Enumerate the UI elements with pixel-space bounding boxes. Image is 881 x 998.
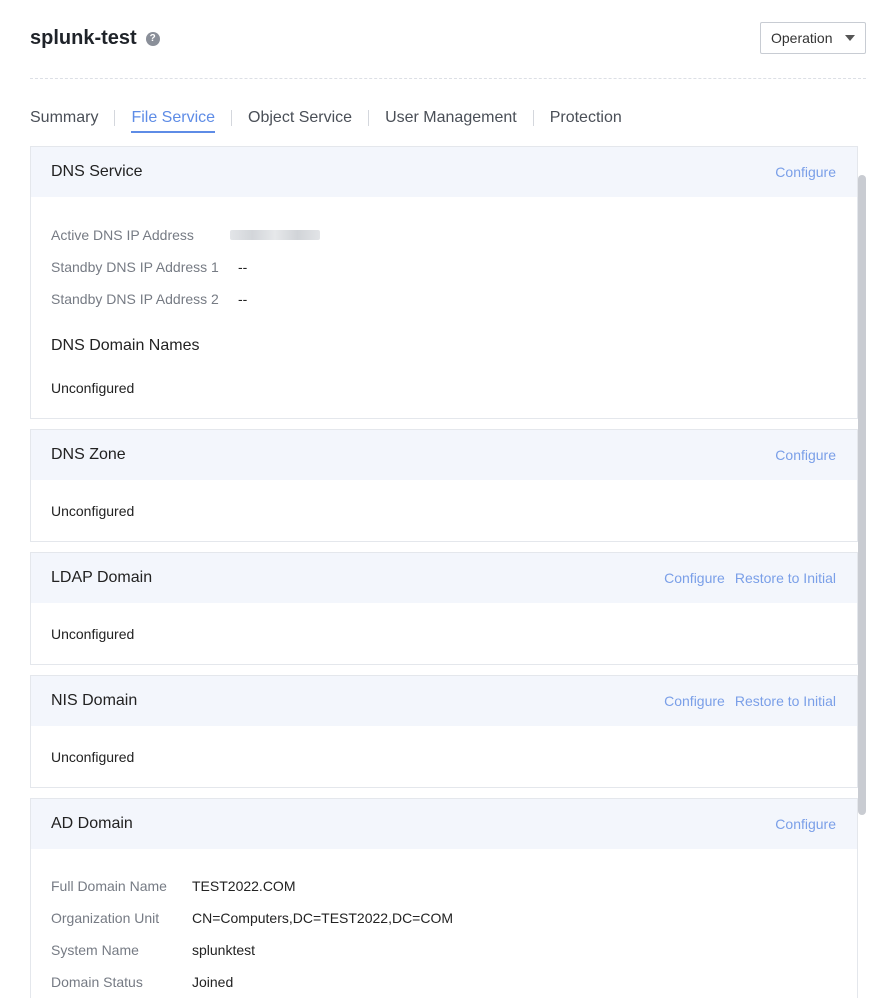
tab-separator [368, 110, 370, 126]
ldap-domain-panel: LDAP Domain Configure Restore to Initial… [30, 552, 858, 665]
ad-field-value: splunktest [192, 942, 256, 958]
dns-zone-status: Unconfigured [51, 503, 135, 519]
ad-domain-panel: AD Domain Configure Full Domain Name TES… [30, 798, 858, 998]
tab-bar: Summary File Service Object Service User… [30, 108, 622, 134]
ldap-domain-status: Unconfigured [51, 626, 135, 642]
tab-separator [231, 110, 233, 126]
ad-field-label: System Name [51, 942, 139, 958]
dns-zone-title: DNS Zone [51, 446, 126, 463]
ldap-domain-header: LDAP Domain Configure Restore to Initial [31, 553, 857, 603]
nis-domain-header: NIS Domain Configure Restore to Initial [31, 676, 857, 726]
file-service-content: DNS Service Configure Active DNS IP Addr… [30, 146, 858, 998]
nis-domain-restore-link[interactable]: Restore to Initial [735, 693, 836, 709]
tab-file-service[interactable]: File Service [131, 109, 215, 133]
help-icon[interactable]: ? [145, 31, 160, 46]
ad-field-row: Organization Unit CN=Computers,DC=TEST20… [51, 902, 837, 934]
ad-domain-configure-link[interactable]: Configure [775, 816, 836, 832]
tab-summary[interactable]: Summary [30, 109, 98, 133]
dns-zone-panel: DNS Zone Configure Unconfigured [30, 429, 858, 542]
dns-domain-names-value: Unconfigured [51, 380, 135, 396]
nis-domain-panel: NIS Domain Configure Restore to Initial … [30, 675, 858, 788]
header-divider [30, 78, 866, 79]
nis-domain-title: NIS Domain [51, 692, 138, 709]
ad-field-value: Joined [192, 974, 234, 990]
ad-field-label: Domain Status [51, 974, 143, 990]
ad-field-label: Full Domain Name [51, 878, 167, 894]
nis-domain-status: Unconfigured [51, 749, 135, 765]
standby-dns-1-value: -- [238, 259, 248, 275]
ldap-domain-title: LDAP Domain [51, 569, 153, 586]
ldap-domain-restore-link[interactable]: Restore to Initial [735, 570, 836, 586]
ad-domain-title: AD Domain [51, 815, 133, 832]
tab-protection[interactable]: Protection [550, 109, 622, 133]
standby-dns-2-value: -- [238, 291, 248, 307]
active-dns-label: Active DNS IP Address [51, 227, 194, 243]
dns-service-title: DNS Service [51, 163, 143, 180]
dns-service-header: DNS Service Configure [31, 147, 857, 197]
ad-field-value: CN=Computers,DC=TEST2022,DC=COM [192, 910, 454, 926]
standby-dns-2-row: Standby DNS IP Address 2 -- [51, 283, 837, 315]
ad-field-row: System Name splunktest [51, 934, 837, 966]
caret-down-icon [845, 35, 855, 41]
standby-dns-2-label: Standby DNS IP Address 2 [51, 291, 219, 307]
ad-field-label: Organization Unit [51, 910, 160, 926]
tab-separator [532, 110, 534, 126]
dns-zone-header: DNS Zone Configure [31, 430, 857, 480]
page-title: splunk-test ? [30, 27, 160, 50]
active-dns-row: Active DNS IP Address [51, 219, 837, 251]
ad-field-value: TEST2022.COM [192, 878, 296, 894]
dns-service-panel: DNS Service Configure Active DNS IP Addr… [30, 146, 858, 419]
ad-field-row: Domain Status Joined [51, 966, 837, 998]
ad-field-row: Full Domain Name TEST2022.COM [51, 870, 837, 902]
tab-separator [114, 110, 116, 126]
tab-user-management[interactable]: User Management [385, 109, 517, 133]
content-scrollbar[interactable] [858, 175, 866, 815]
standby-dns-1-label: Standby DNS IP Address 1 [51, 259, 219, 275]
dns-service-configure-link[interactable]: Configure [775, 164, 836, 180]
dns-domain-names-title: DNS Domain Names [51, 337, 200, 354]
dns-zone-configure-link[interactable]: Configure [775, 447, 836, 463]
operation-dropdown[interactable]: Operation [760, 22, 866, 54]
ldap-domain-configure-link[interactable]: Configure [664, 570, 725, 586]
page-header: splunk-test ? Operation [30, 22, 866, 56]
nis-domain-configure-link[interactable]: Configure [664, 693, 725, 709]
active-dns-value-redacted [230, 230, 320, 240]
standby-dns-1-row: Standby DNS IP Address 1 -- [51, 251, 837, 283]
operation-label: Operation [771, 30, 833, 46]
cluster-name: splunk-test [30, 27, 137, 49]
ad-domain-header: AD Domain Configure [31, 799, 857, 849]
tab-object-service[interactable]: Object Service [248, 109, 352, 133]
